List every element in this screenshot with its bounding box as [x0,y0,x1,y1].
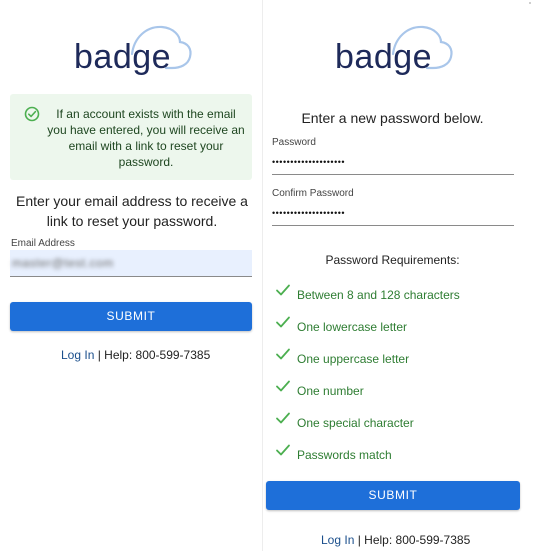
reset-instructions: Enter a new password below. [301,110,484,126]
confirm-password-field[interactable]: •••••••••••••••••••• [272,205,514,226]
requirement-label: Passwords match [297,448,392,462]
alert-message: If an account exists with the email you … [47,107,245,169]
email-label: Email Address [11,238,75,249]
check-icon [276,380,290,392]
requirement-item: Between 8 and 128 characters [273,282,523,314]
requirement-label: One number [297,384,364,398]
requirement-label: One lowercase letter [297,320,408,334]
check-icon [276,284,290,296]
check-icon [276,316,290,328]
requirements-list: Between 8 and 128 characters One lowerca… [273,282,523,474]
logo-text: badge [335,38,433,76]
password-field[interactable]: •••••••••••••••••••• [272,154,514,175]
check-icon [276,348,290,360]
login-link[interactable]: Log In [321,533,354,547]
requirement-item: One uppercase letter [273,346,523,378]
requirement-label: One uppercase letter [297,352,410,366]
confirm-password-value: •••••••••••••••••••• [272,208,346,218]
requirement-item: One lowercase letter [273,314,523,346]
reset-submit-button[interactable]: SUBMIT [266,481,520,510]
check-icon [276,412,290,424]
check-icon [276,444,290,456]
logo-text: badge [74,38,172,76]
requirement-label: One special character [297,416,414,430]
email-value: master@test.com [12,256,114,270]
help-phone: Help: 800-599-7385 [104,348,211,362]
requirement-item: Passwords match [273,442,523,474]
reset-password-panel: badge Enter a new password below. Passwo… [263,0,534,551]
reset-footer: Log In | Help: 800-599-7385 [321,533,470,547]
password-value: •••••••••••••••••••• [272,157,346,167]
help-phone: Help: 800-599-7385 [364,533,471,547]
forgot-submit-button[interactable]: SUBMIT [10,302,252,331]
badge-logo: badge [74,24,194,80]
login-link[interactable]: Log In [61,348,94,362]
requirements-heading: Password Requirements: [325,253,460,267]
requirement-item: One special character [273,410,523,442]
email-field[interactable]: master@test.com [10,250,252,277]
requirement-label: Between 8 and 128 characters [297,288,460,302]
forgot-instructions: Enter your email address to receive a li… [16,193,248,229]
confirm-password-label: Confirm Password [272,188,354,199]
requirement-item: One number [273,378,523,410]
password-label: Password [272,137,316,148]
forgot-password-panel: badge If an account exists with the emai… [0,0,262,551]
footer-separator: | [354,533,365,547]
badge-logo: badge [335,24,455,80]
success-alert: If an account exists with the email you … [10,94,252,180]
footer-separator: | [94,348,105,362]
check-circle-icon [24,106,40,122]
forgot-footer: Log In | Help: 800-599-7385 [61,348,210,362]
